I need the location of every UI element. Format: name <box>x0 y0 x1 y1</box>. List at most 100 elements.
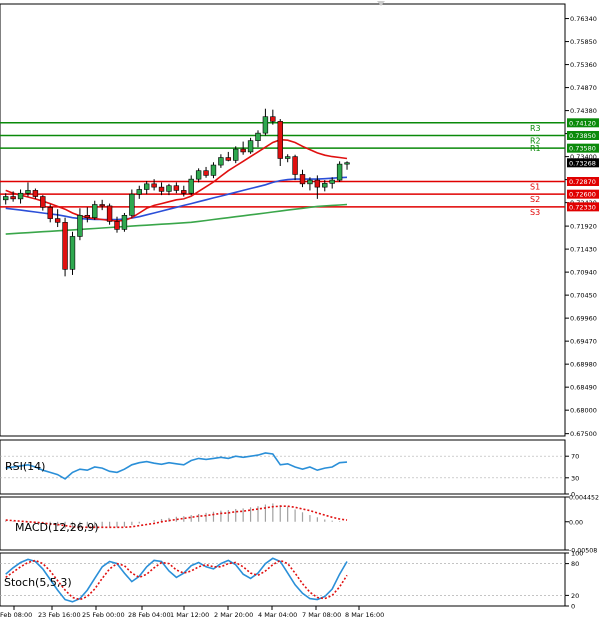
candle-bear <box>114 221 120 230</box>
level-name-r1: R1 <box>530 144 541 153</box>
candle-bull <box>322 183 328 188</box>
stoch-label: Stoch(5,5,3) <box>4 576 72 589</box>
y-tick-label: 0.75850 <box>570 38 597 46</box>
x-tick-label: 25 Feb 00:00 <box>82 611 125 619</box>
level-price-label-r2: 0.73850 <box>569 132 596 140</box>
x-tick-label: 2 Mar 20:00 <box>214 611 253 619</box>
x-tick-label: 23 Feb 16:00 <box>38 611 81 619</box>
candle-bull <box>233 148 239 161</box>
candle-bear <box>54 218 61 223</box>
candle-bear <box>270 116 276 122</box>
y-tick-label: 0.68000 <box>570 407 597 415</box>
x-tick-label: 1 Mar 12:00 <box>170 611 209 619</box>
macd-label: MACD(12,26,9) <box>15 521 99 534</box>
candle-bull <box>262 116 269 134</box>
candle-bear <box>62 222 68 270</box>
candle-bull <box>25 190 31 194</box>
level-price-label-s1: 0.72870 <box>569 178 596 186</box>
level-name-r3: R3 <box>530 124 541 133</box>
candle-bull <box>129 193 135 216</box>
candle-bull <box>136 189 142 195</box>
y-tick-label: 0.69960 <box>570 315 597 323</box>
candle-bull <box>336 163 343 181</box>
macd-tick-label: 0.00 <box>569 519 583 526</box>
rsi-label: RSI(14) <box>5 460 45 473</box>
y-tick-label: 0.74380 <box>570 107 597 115</box>
candle-bull <box>284 156 291 159</box>
y-tick-label: 0.69470 <box>570 338 597 346</box>
rsi-tick-label: 70 <box>571 453 579 461</box>
x-tick-label: 8 Mar 16:00 <box>345 611 384 619</box>
candle-bear <box>277 121 283 159</box>
candle-bull <box>17 192 24 200</box>
y-tick-label: 0.76340 <box>570 15 597 23</box>
stoch-tick-label: 20 <box>571 592 579 600</box>
x-tick-label: Feb 08:00 <box>0 611 32 619</box>
x-tick-label: 7 Mar 08:00 <box>302 611 341 619</box>
x-tick-label: 4 Mar 04:00 <box>258 611 297 619</box>
y-tick-label: 0.71430 <box>570 246 597 254</box>
y-tick-label: 0.68490 <box>570 384 597 392</box>
candle-bull <box>255 132 261 141</box>
candle-bull <box>344 162 350 165</box>
candle-bull <box>143 183 150 190</box>
candle-bull <box>218 157 224 166</box>
candle-bear <box>10 196 16 200</box>
y-tick-label: 0.74870 <box>570 84 597 92</box>
y-tick-label: 0.70450 <box>570 292 597 300</box>
stoch-tick-label: 0 <box>571 603 575 611</box>
candle-bear <box>240 148 246 153</box>
level-price-label-r1: 0.73580 <box>569 145 596 153</box>
macd-panel: MACD(12,26,9)0.0044520.00-0.00508 <box>0 495 599 555</box>
time-axis: Feb 08:00 23 Feb 16:00 25 Feb 00:00 28 Feb … <box>0 606 384 619</box>
candle-bear <box>106 205 113 222</box>
candle-bull <box>69 236 76 270</box>
price-panel: 0.76340 0.75850 0.75360 0.74870 0.74380 0.738… <box>0 1 599 438</box>
candle-bear <box>299 174 306 185</box>
candle-bull <box>166 185 172 192</box>
last-price-label: 0.73268 <box>569 159 596 167</box>
candle-bear <box>158 186 165 192</box>
candle-bull <box>329 179 335 184</box>
candle-bear <box>173 185 180 191</box>
level-name-s2: S2 <box>530 195 540 204</box>
x-tick-label: 28 Feb 04:00 <box>128 611 171 619</box>
level-price-label-s3: 0.72330 <box>569 203 596 211</box>
candle-bull <box>3 196 9 201</box>
stoch-panel: Stoch(5,5,3) 100 80 20 0 <box>0 550 583 611</box>
candle-bear <box>32 190 39 197</box>
price-plot-frame <box>0 3 566 437</box>
candle-bear <box>181 190 187 194</box>
candle-bear <box>99 204 105 207</box>
level-name-s1: S1 <box>530 182 540 191</box>
stoch-tick-label: 80 <box>571 560 579 568</box>
candle-bear <box>203 170 209 176</box>
candle-bull <box>77 215 83 237</box>
candle-bear <box>84 215 91 218</box>
level-price-label-r3: 0.74120 <box>569 119 596 127</box>
candle-bear <box>292 156 298 175</box>
candle-bull <box>247 140 254 153</box>
candle-bull <box>195 170 202 180</box>
level-name-s3: S3 <box>530 208 540 217</box>
y-tick-label: 0.67500 <box>570 430 597 438</box>
level-price-label-s2: 0.72600 <box>569 191 596 199</box>
y-tick-label: 0.70940 <box>570 269 597 277</box>
candle-bear <box>314 179 321 188</box>
candle-bear <box>47 207 53 219</box>
candle-bear <box>40 196 46 208</box>
macd-tick-label: 0.004452 <box>569 495 599 502</box>
candle-bull <box>121 215 128 230</box>
candle-bull <box>188 178 194 194</box>
rsi-tick-label: 30 <box>571 474 579 482</box>
forex-chart: 0.76340 0.75850 0.75360 0.74870 0.74380 0.738… <box>0 1 599 619</box>
y-tick-label: 0.75360 <box>570 61 597 69</box>
y-tick-label: 0.71920 <box>570 223 597 231</box>
stoch-tick-label: 100 <box>571 550 583 558</box>
candle-bull <box>307 179 313 185</box>
candle-bear <box>151 183 157 188</box>
y-tick-label: 0.68980 <box>570 361 597 369</box>
rsi-frame <box>0 439 566 495</box>
candle-bull <box>92 204 98 218</box>
candle-bull <box>210 164 217 176</box>
